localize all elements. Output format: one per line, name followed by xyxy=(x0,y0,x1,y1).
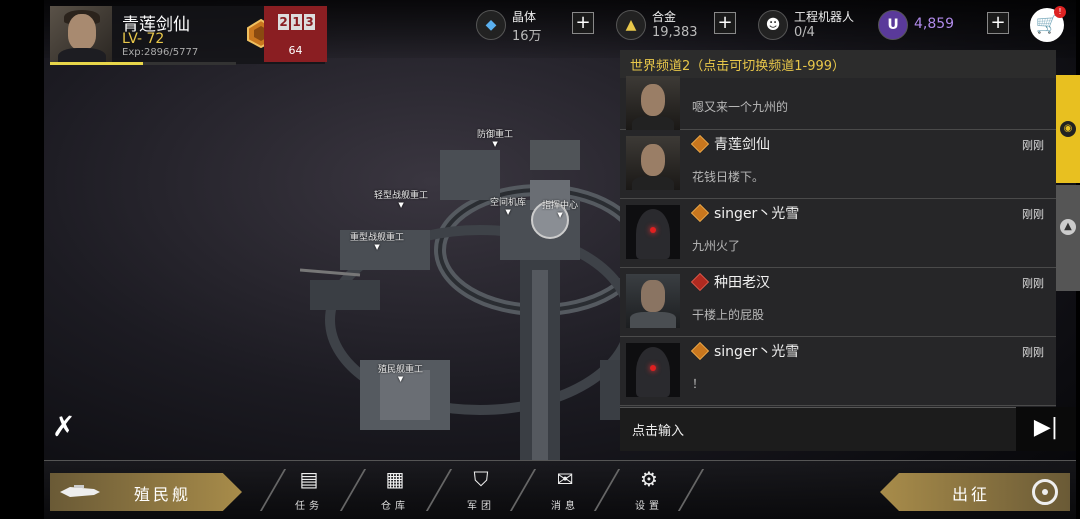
nav-mission[interactable]: ▤ 任务 xyxy=(274,463,344,515)
ranking-podium-icon: 213 xyxy=(278,14,315,30)
chat-input[interactable]: 点击输入 xyxy=(620,407,1016,451)
chat-avatar[interactable] xyxy=(626,205,680,259)
chat-message[interactable]: singer丶光雪 刚刚 ！ xyxy=(620,337,1056,406)
chat-message[interactable]: 嗯又来一个九州的 xyxy=(620,76,1056,130)
chat-avatar[interactable] xyxy=(626,274,680,328)
send-button[interactable]: ▶| xyxy=(1016,407,1076,451)
colony-ship-label: 殖民舰 xyxy=(134,485,192,504)
add-u-currency-button[interactable]: + xyxy=(987,12,1009,34)
station-label-defense[interactable]: 防御重工 xyxy=(477,127,513,148)
station-label-hangar[interactable]: 空间机库 xyxy=(490,195,526,216)
ranking-box[interactable]: 213 64 xyxy=(264,6,327,62)
robot-icon: ☻ xyxy=(758,10,788,40)
bottom-bar: 殖民舰 ▤ 任务 ▦ 仓库 ⛉ 军团 ✉ 消息 ⚙ 设置 出征 xyxy=(44,460,1076,519)
chat-message-text: 嗯又来一个九州的 xyxy=(692,100,789,114)
chat-sender-name[interactable]: 种田老汉 xyxy=(714,272,770,292)
send-icon: ▶| xyxy=(1033,415,1059,440)
rank-badge-icon xyxy=(690,272,710,292)
chat-input-placeholder: 点击输入 xyxy=(632,424,685,439)
chat-channel-header[interactable]: 世界频道2（点击可切换频道1-999） xyxy=(620,50,1056,78)
chat-tab-world[interactable]: ◉ xyxy=(1056,75,1080,183)
player-exp: Exp:2896/5777 xyxy=(122,47,199,58)
message-icon: ✉ xyxy=(556,467,574,491)
rank-badge-icon xyxy=(690,341,710,361)
chat-avatar[interactable] xyxy=(626,136,680,190)
chat-message-text: 九州火了 xyxy=(692,239,741,253)
crystal-icon: ◆ xyxy=(476,10,506,40)
shop-cart-icon[interactable]: 🛒! xyxy=(1030,6,1066,42)
player-avatar[interactable] xyxy=(50,6,112,64)
chat-avatar[interactable] xyxy=(626,343,680,397)
chat-message[interactable]: 青莲剑仙 刚刚 花钱日楼下。 xyxy=(620,130,1056,199)
chat-channel-title: 世界频道2（点击可切换频道1-999） xyxy=(630,59,846,74)
chat-message[interactable]: singer丶光雪 刚刚 九州火了 xyxy=(620,199,1056,268)
colony-ship-button[interactable]: 殖民舰 xyxy=(50,473,242,511)
legion-tab-icon: ▲ xyxy=(1060,219,1076,235)
space-station[interactable] xyxy=(300,120,660,460)
chat-time: 刚刚 xyxy=(1022,346,1044,359)
warehouse-icon: ▦ xyxy=(385,467,405,491)
attack-button[interactable]: 出征 xyxy=(880,473,1070,511)
left-letterbox xyxy=(0,0,44,519)
mission-icon: ▤ xyxy=(299,467,319,491)
chat-sender-name[interactable]: singer丶光雪 xyxy=(714,341,799,361)
colony-ship-icon xyxy=(60,485,100,497)
chat-message-text: 干楼上的屁股 xyxy=(692,308,765,322)
legion-icon: ⛉ xyxy=(473,467,489,491)
station-label-colony[interactable]: 殖民舰重工 xyxy=(378,362,423,383)
alloy-icon: ▲ xyxy=(616,10,646,40)
add-crystal-button[interactable]: + xyxy=(572,12,594,34)
nav-settings[interactable]: ⚙ 设置 xyxy=(614,463,684,515)
nav-message[interactable]: ✉ 消息 xyxy=(530,463,600,515)
ranking-count: 64 xyxy=(288,44,303,57)
chat-message[interactable]: 种田老汉 刚刚 干楼上的屁股 xyxy=(620,268,1056,337)
tools-icon[interactable]: ✗ xyxy=(52,410,75,443)
player-level: LV- 72 xyxy=(122,31,165,47)
nav-legion[interactable]: ⛉ 军团 xyxy=(446,463,516,515)
chat-avatar[interactable] xyxy=(626,76,680,130)
nav-warehouse[interactable]: ▦ 仓库 xyxy=(360,463,430,515)
chat-panel[interactable]: 世界频道2（点击可切换频道1-999） 嗯又来一个九州的 青莲剑仙 刚刚 花钱日… xyxy=(620,50,1056,451)
settings-icon: ⚙ xyxy=(640,467,658,491)
chat-tab-legion[interactable]: ▲ xyxy=(1056,185,1080,291)
rank-badge-icon xyxy=(690,203,710,223)
station-label-heavy-warship[interactable]: 重型战舰重工 xyxy=(350,230,404,251)
exp-progress-bar xyxy=(50,62,236,65)
chat-sender-name[interactable]: 青莲剑仙 xyxy=(714,134,770,154)
station-label-light-warship[interactable]: 轻型战舰重工 xyxy=(374,188,428,209)
add-alloy-button[interactable]: + xyxy=(714,12,736,34)
globe-icon: ◉ xyxy=(1060,121,1076,137)
chat-time: 刚刚 xyxy=(1022,208,1044,221)
chat-message-text: 花钱日楼下。 xyxy=(692,170,765,184)
target-icon xyxy=(1032,479,1058,505)
chat-time: 刚刚 xyxy=(1022,277,1044,290)
chat-time: 刚刚 xyxy=(1022,139,1044,152)
station-label-command[interactable]: 指挥中心 xyxy=(542,198,578,219)
attack-label: 出征 xyxy=(952,485,991,504)
u-currency-icon: U xyxy=(878,10,908,40)
chat-message-text: ！ xyxy=(692,377,705,391)
notification-dot: ! xyxy=(1054,6,1066,18)
rank-badge-icon xyxy=(690,134,710,154)
chat-sender-name[interactable]: singer丶光雪 xyxy=(714,203,799,223)
